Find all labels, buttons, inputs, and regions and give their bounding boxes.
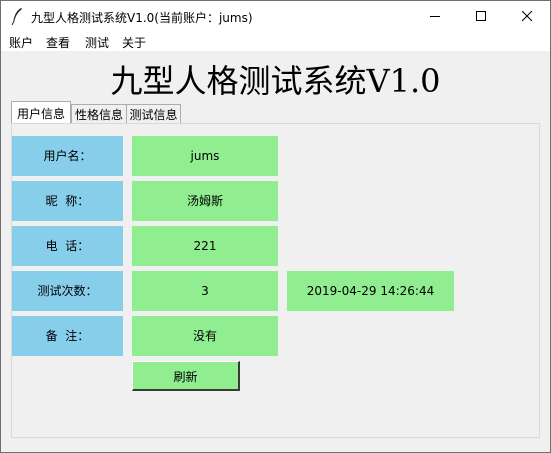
last-test-time: 2019-04-29 14:26:44 — [287, 271, 454, 311]
menu-test[interactable]: 测试 — [85, 34, 109, 51]
username-value: jums — [132, 136, 278, 176]
close-button[interactable] — [504, 1, 550, 31]
feather-icon — [11, 8, 22, 25]
tab-user-info[interactable]: 用户信息 — [11, 101, 71, 124]
remark-value: 没有 — [132, 316, 278, 356]
maximize-button[interactable] — [458, 1, 504, 31]
close-icon — [522, 11, 533, 22]
page-title: 九型人格测试系统V1.0 — [110, 62, 441, 100]
tab-personality-info[interactable]: 性格信息 — [71, 104, 127, 124]
minimize-button[interactable] — [412, 1, 458, 31]
menu-bar: 账户 查看 测试 关于 — [1, 31, 550, 51]
minimize-icon — [430, 16, 440, 17]
refresh-button[interactable]: 刷新 — [132, 361, 240, 391]
title-bar[interactable]: 九型人格测试系统V1.0(当前账户：jums) — [1, 1, 550, 31]
remark-label: 备 注： — [12, 316, 123, 356]
menu-view[interactable]: 查看 — [46, 34, 70, 51]
phone-value: 221 — [132, 226, 278, 266]
tab-test-info[interactable]: 测试信息 — [126, 104, 181, 124]
nickname-value: 汤姆斯 — [132, 181, 278, 221]
menu-account[interactable]: 账户 — [9, 34, 33, 51]
username-label: 用户名： — [12, 136, 123, 176]
window-title: 九型人格测试系统V1.0(当前账户：jums) — [31, 11, 253, 25]
nickname-label: 昵 称： — [12, 181, 123, 221]
test-count-label: 测试次数： — [12, 271, 123, 311]
maximize-icon — [476, 11, 486, 21]
phone-label: 电 话： — [12, 226, 123, 266]
menu-about[interactable]: 关于 — [122, 34, 146, 51]
test-count-value: 3 — [132, 271, 278, 311]
